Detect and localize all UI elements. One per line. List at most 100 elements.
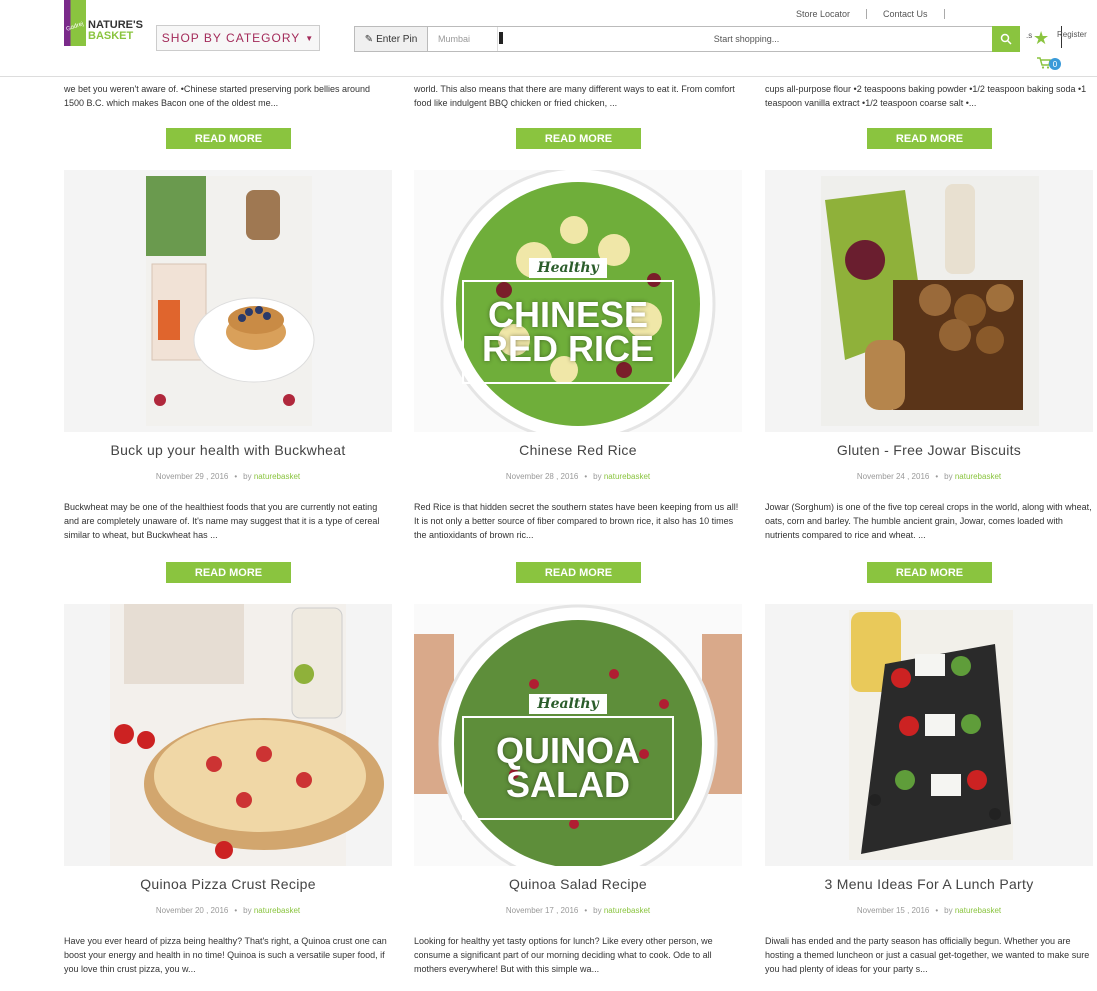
post-excerpt-block: Red Rice is that hidden secret the south… (414, 500, 742, 542)
post-excerpt-block: Jowar (Sorghum) is one of the five top c… (765, 500, 1093, 542)
post-excerpt-block: Buckwheat may be one of the healthiest f… (64, 500, 392, 542)
by-label: by (593, 906, 602, 915)
read-more-button[interactable]: READ MORE (867, 128, 992, 149)
post-excerpt: Buckwheat may be one of the healthiest f… (64, 502, 380, 540)
search-input[interactable]: Start shopping... (498, 27, 995, 51)
city-select[interactable]: Mumbai (428, 27, 503, 51)
by-label: by (243, 472, 252, 481)
post-author[interactable]: naturebasket (604, 906, 650, 915)
post-excerpt: cups all-purpose flour •2 teaspoons baki… (765, 84, 1087, 108)
top-links: Store Locator Contact Us (780, 9, 945, 19)
post-excerpt: world. This also means that there are ma… (414, 84, 735, 108)
search-icon (1000, 33, 1012, 45)
chevron-down-icon: ▼ (305, 33, 315, 43)
quinoa-pizza-image (110, 604, 384, 866)
post-date: November 15 , 2016 (856, 906, 930, 915)
cart-button[interactable]: 0 (1037, 56, 1061, 72)
post-image-jowar[interactable] (765, 170, 1093, 432)
by-label: by (243, 906, 252, 915)
site-logo[interactable]: Godrej NATURE'S BASKET (64, 0, 143, 46)
read-more-button[interactable]: READ MORE (516, 562, 641, 583)
read-more-button[interactable]: READ MORE (166, 562, 291, 583)
site-header: Godrej NATURE'S BASKET SHOP BY CATEGORY … (0, 0, 1097, 77)
separator-dot: • (584, 472, 588, 481)
prev-post-2: world. This also means that there are ma… (414, 82, 742, 110)
post-excerpt-block: Looking for healthy yet tasty options fo… (414, 934, 742, 976)
separator-dot: • (234, 906, 238, 915)
post-date: November 29 , 2016 (155, 472, 229, 481)
post-author[interactable]: naturebasket (955, 906, 1001, 915)
post-image-quinoa-pizza[interactable] (64, 604, 392, 866)
post-author[interactable]: naturebasket (604, 472, 650, 481)
shop-by-category-button[interactable]: SHOP BY CATEGORY ▼ (156, 25, 320, 51)
post-meta: November 24 , 2016 • by naturebasket (765, 472, 1093, 481)
separator-dot: • (935, 906, 939, 915)
post-date: November 28 , 2016 (505, 472, 579, 481)
prev-post-3: cups all-purpose flour •2 teaspoons baki… (765, 82, 1093, 110)
pin-search-bar: ✎ Enter Pin Mumbai Start shopping... (354, 26, 996, 52)
post-date: November 24 , 2016 (856, 472, 930, 481)
read-more-button[interactable]: READ MORE (867, 562, 992, 583)
jowar-biscuits-image (821, 176, 1039, 426)
healthy-badge: Healthy (529, 258, 607, 278)
post-excerpt-block: Have you ever heard of pizza being healt… (64, 934, 392, 976)
post-image-lunch-party[interactable] (765, 604, 1093, 866)
post-author[interactable]: naturebasket (254, 906, 300, 915)
search-placeholder: Start shopping... (713, 34, 780, 44)
post-excerpt: Looking for healthy yet tasty options fo… (414, 936, 713, 974)
post-image-red-rice[interactable]: Healthy CHINESE RED RICE (414, 170, 742, 432)
post-author[interactable]: naturebasket (955, 472, 1001, 481)
lunch-party-skewers-image (849, 610, 1013, 860)
post-date: November 20 , 2016 (155, 906, 229, 915)
recipe-title-overlay: Healthy CHINESE RED RICE (462, 258, 674, 384)
overlay-line2: RED RICE (481, 328, 655, 369)
shop-by-category-label: SHOP BY CATEGORY (161, 31, 301, 45)
post-excerpt: Red Rice is that hidden secret the south… (414, 502, 739, 540)
post-meta: November 29 , 2016 • by naturebasket (64, 472, 392, 481)
post-author[interactable]: naturebasket (254, 472, 300, 481)
post-title[interactable]: Chinese Red Rice (414, 442, 742, 458)
post-excerpt: we bet you weren't aware of. •Chinese st… (64, 84, 371, 108)
by-label: by (944, 906, 953, 915)
post-title[interactable]: Gluten - Free Jowar Biscuits (765, 442, 1093, 458)
search-button[interactable] (992, 26, 1020, 52)
healthy-badge: Healthy (529, 694, 607, 714)
by-label: by (944, 472, 953, 481)
post-excerpt: Jowar (Sorghum) is one of the five top c… (765, 502, 1092, 540)
post-title[interactable]: 3 Menu Ideas For A Lunch Party (765, 876, 1093, 892)
enter-pin-label: Enter Pin (376, 33, 418, 45)
post-image-quinoa-salad[interactable]: Healthy QUINOA SALAD (414, 604, 742, 866)
mouse-cursor-icon (499, 32, 503, 44)
post-meta: November 15 , 2016 • by naturebasket (765, 906, 1093, 915)
post-meta: November 20 , 2016 • by naturebasket (64, 906, 392, 915)
enter-pin-button[interactable]: ✎ Enter Pin (355, 27, 428, 51)
post-title[interactable]: Quinoa Salad Recipe (414, 876, 742, 892)
post-excerpt: Diwali has ended and the party season ha… (765, 936, 1090, 974)
overlay-line1: CHINESE (487, 294, 649, 335)
post-excerpt: Have you ever heard of pizza being healt… (64, 936, 387, 974)
recipe-title-overlay: Healthy QUINOA SALAD (462, 694, 674, 820)
cart-count-badge: 0 (1049, 58, 1061, 70)
post-date: November 17 , 2016 (505, 906, 579, 915)
post-image-buckwheat[interactable] (64, 170, 392, 432)
overlay-line2: SALAD (506, 764, 630, 805)
pencil-icon: ✎ (364, 33, 374, 45)
post-title[interactable]: Buck up your health with Buckwheat (64, 442, 392, 458)
separator-dot: • (935, 472, 939, 481)
read-more-button[interactable]: READ MORE (516, 128, 641, 149)
separator-dot: • (584, 906, 588, 915)
post-meta: November 28 , 2016 • by naturebasket (414, 472, 742, 481)
post-meta: November 17 , 2016 • by naturebasket (414, 906, 742, 915)
read-more-button[interactable]: READ MORE (166, 128, 291, 149)
city-value: Mumbai (438, 34, 471, 44)
contact-us-link[interactable]: Contact Us (867, 9, 945, 19)
store-locator-link[interactable]: Store Locator (780, 9, 868, 19)
star-icon[interactable]: ★ (1033, 28, 1049, 49)
overlay-line1: QUINOA (496, 730, 640, 771)
post-excerpt-block: Diwali has ended and the party season ha… (765, 934, 1093, 976)
login-fragment[interactable]: .s (1026, 31, 1032, 40)
post-title[interactable]: Quinoa Pizza Crust Recipe (64, 876, 392, 892)
separator-dot: • (234, 472, 238, 481)
logo-line2: BASKET (88, 30, 134, 42)
register-link[interactable]: Register (1057, 30, 1087, 39)
